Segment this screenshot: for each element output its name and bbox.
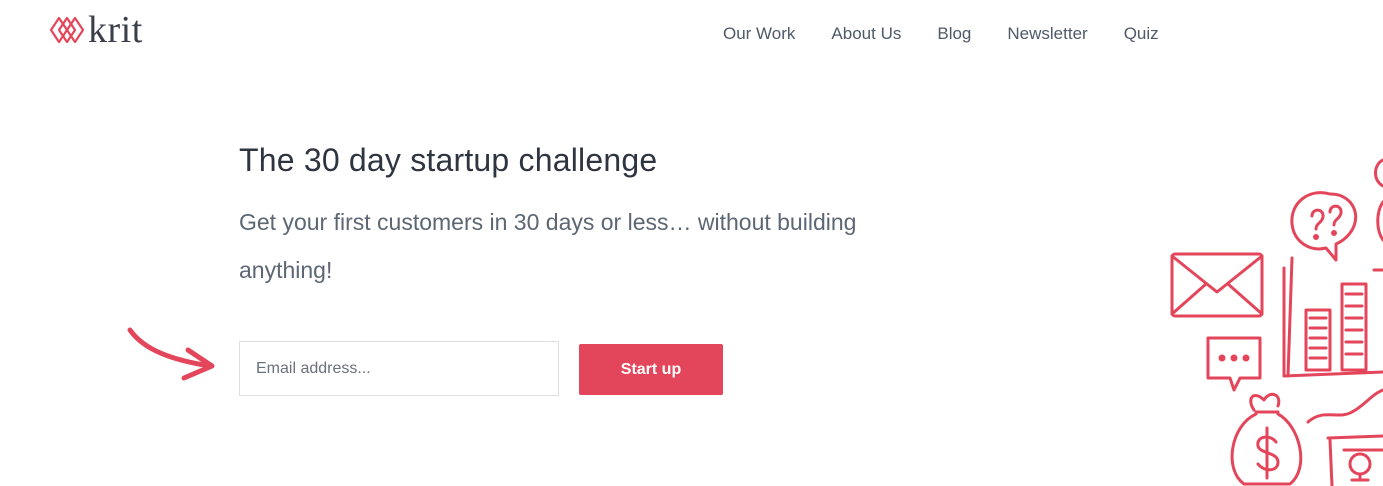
bar-chart-icon: [1282, 256, 1383, 378]
money-bag-icon: [1230, 392, 1303, 486]
nav-item-newsletter[interactable]: Newsletter: [1007, 22, 1087, 46]
diamond-chain-icon: [50, 16, 84, 44]
nav-item-about-us[interactable]: About Us: [831, 22, 901, 46]
email-input[interactable]: [239, 341, 559, 396]
trophy-icon: [1326, 434, 1383, 486]
page: krit Our Work About Us Blog Newsletter Q…: [0, 0, 1383, 486]
question-bubble-icon: [1290, 191, 1358, 262]
chat-bubble-icon: [1206, 336, 1262, 392]
nav-item-our-work[interactable]: Our Work: [723, 22, 795, 46]
hero-title: The 30 day startup challenge: [239, 142, 658, 178]
startup-illustration: [1170, 158, 1383, 486]
main-nav: Our Work About Us Blog Newsletter Quiz: [723, 22, 1159, 46]
brand-name: krit: [88, 9, 143, 51]
logo-link[interactable]: krit: [50, 10, 143, 50]
hero-subtitle: Get your first customers in 30 days or l…: [239, 209, 857, 283]
nav-item-blog[interactable]: Blog: [937, 22, 971, 46]
hand-drawn-arrow-icon: [127, 327, 215, 381]
envelope-icon: [1170, 252, 1264, 318]
start-up-button[interactable]: Start up: [579, 344, 723, 395]
nav-item-quiz[interactable]: Quiz: [1124, 22, 1159, 46]
